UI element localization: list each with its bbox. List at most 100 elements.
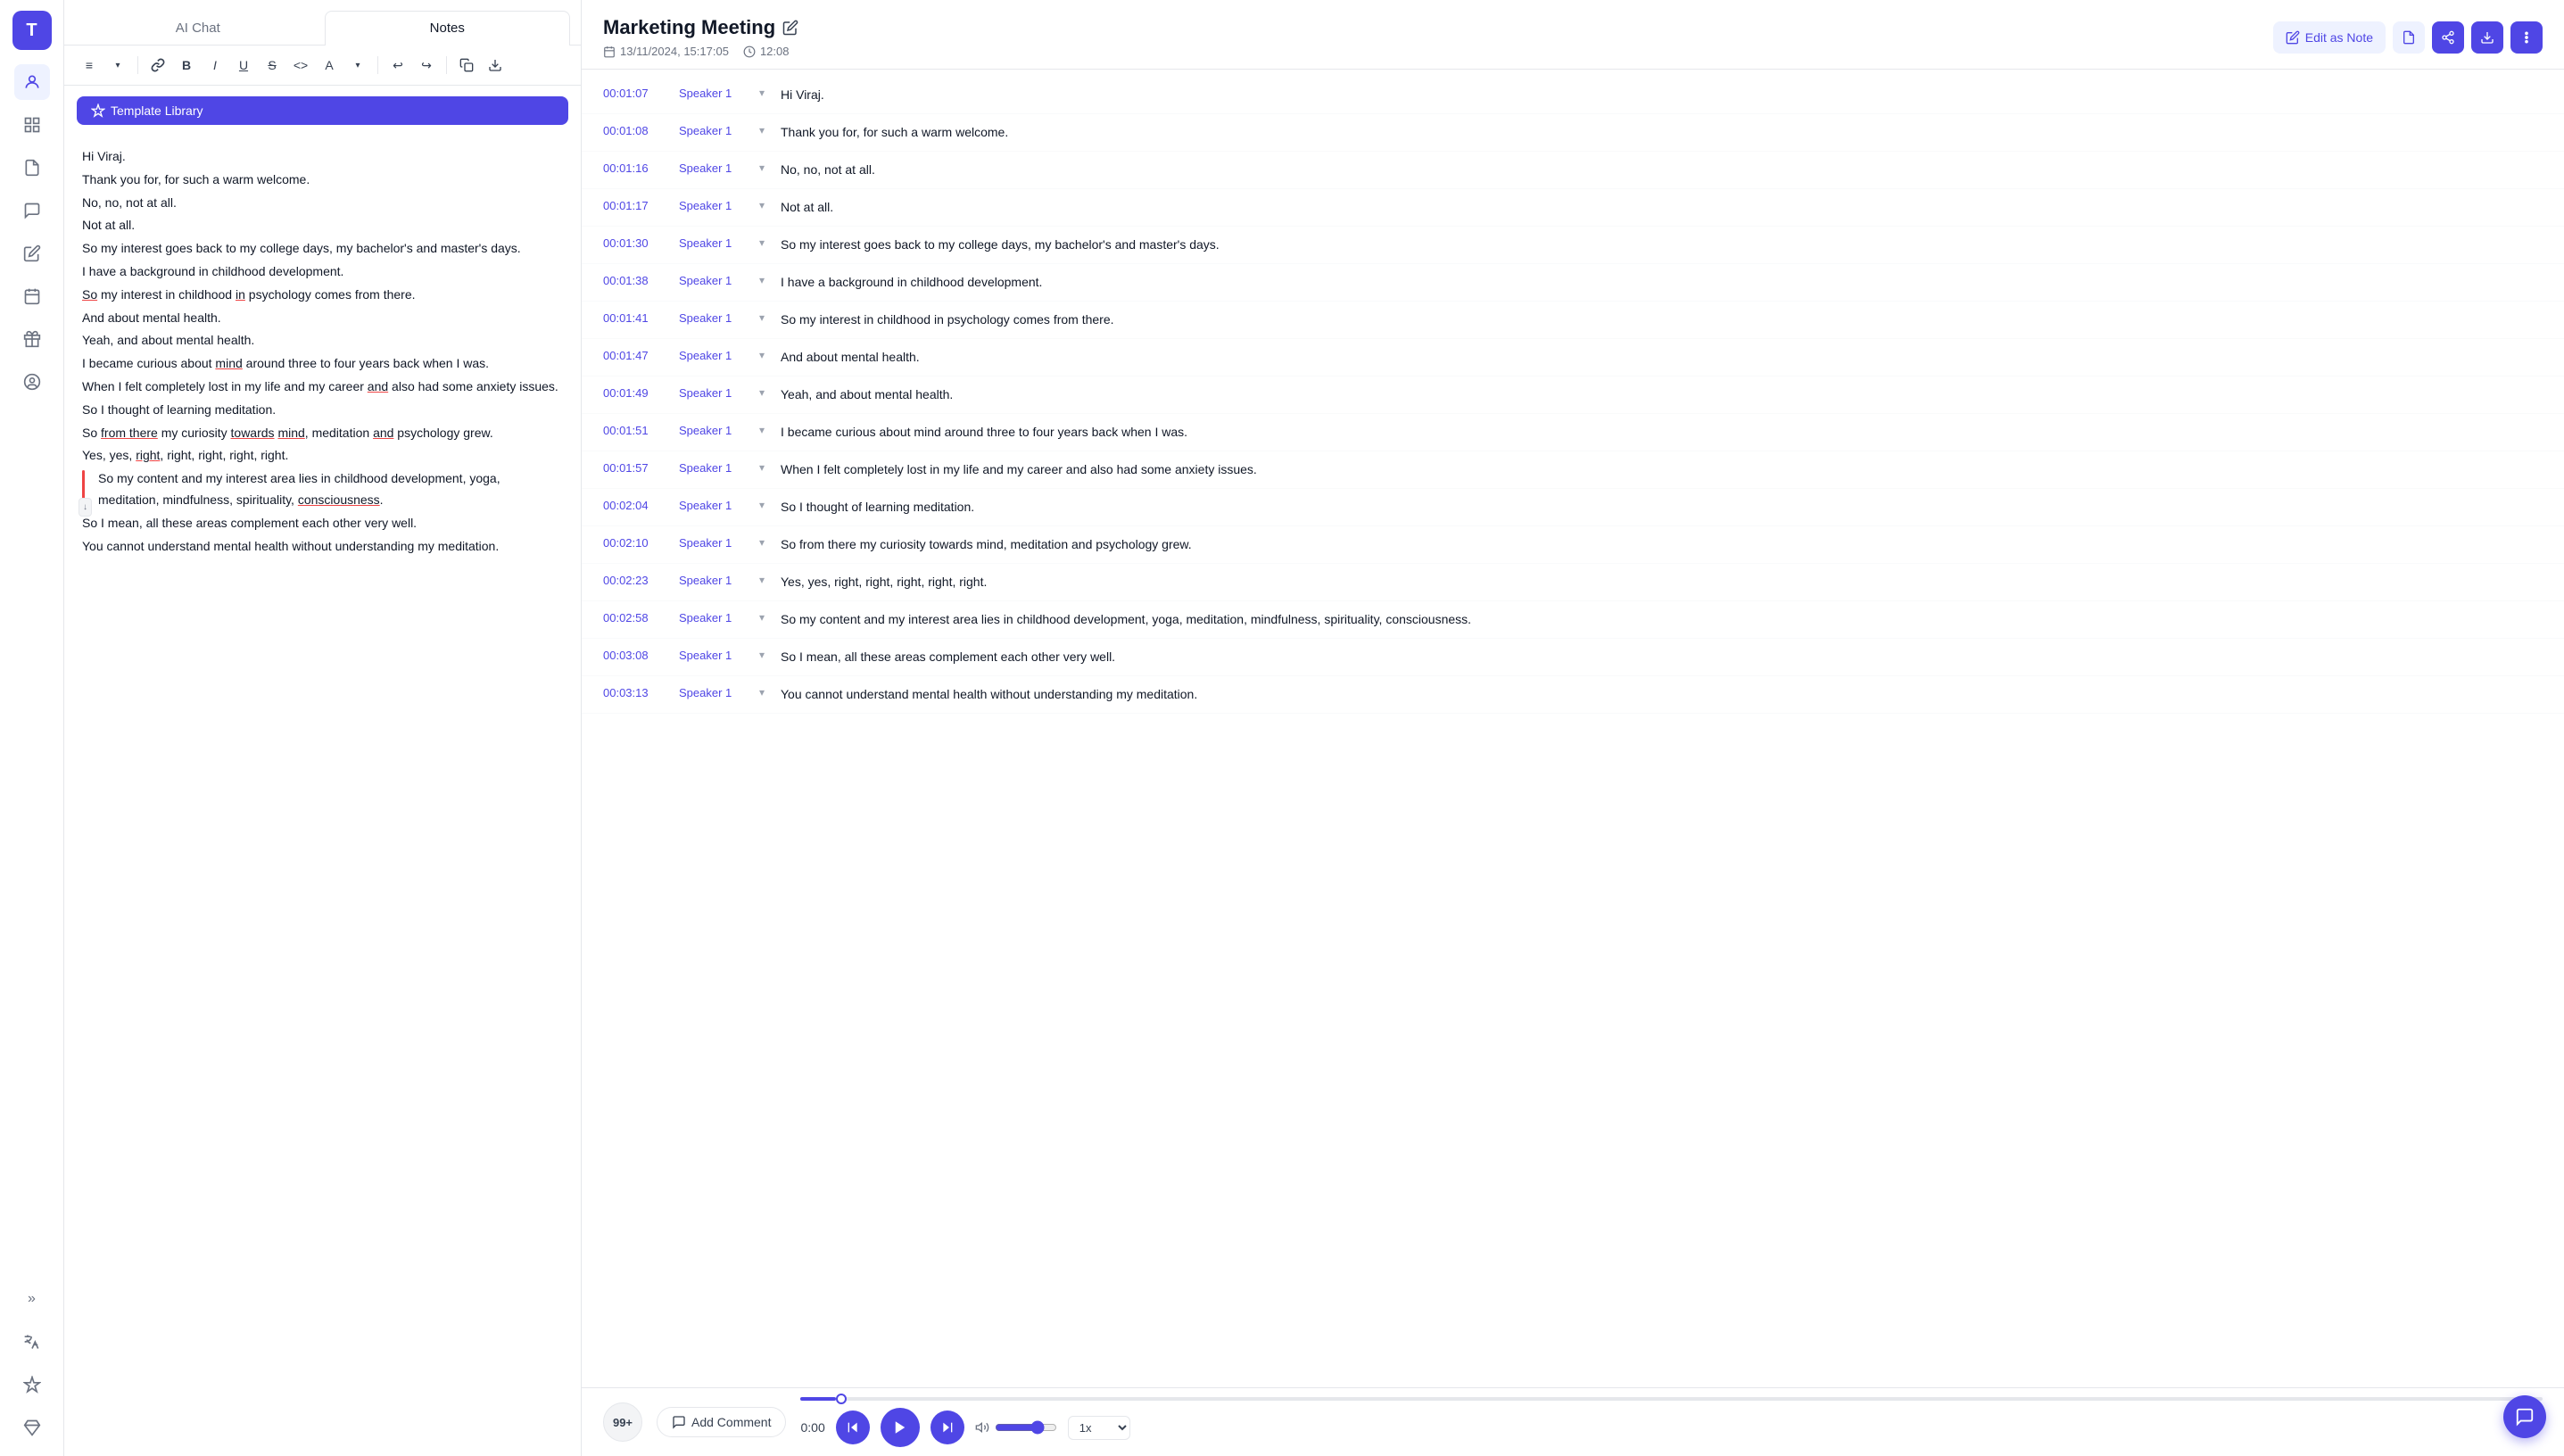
progress-thumb[interactable] <box>836 1394 847 1404</box>
download-action-button[interactable] <box>2471 21 2503 54</box>
sidebar-item-calendar[interactable] <box>14 278 50 314</box>
ts-time-14[interactable]: 00:02:58 <box>603 610 679 625</box>
share-action-button[interactable] <box>2432 21 2464 54</box>
tab-notes[interactable]: Notes <box>325 11 571 46</box>
sidebar-item-translate[interactable] <box>14 1324 50 1360</box>
ts-speaker-15[interactable]: Speaker 1 <box>679 648 759 662</box>
download-editor-icon[interactable] <box>483 53 508 78</box>
share-icon <box>2441 30 2455 45</box>
sidebar-item-edit[interactable] <box>14 236 50 271</box>
ts-time-2[interactable]: 00:01:16 <box>603 161 679 175</box>
copy-icon[interactable] <box>454 53 479 78</box>
ts-chevron-1[interactable]: ▾ <box>759 123 781 136</box>
ts-chevron-15[interactable]: ▾ <box>759 648 781 661</box>
italic-icon[interactable]: I <box>203 53 227 78</box>
sidebar-item-sparkle[interactable] <box>14 1367 50 1402</box>
code-icon[interactable]: <> <box>288 53 313 78</box>
progress-bar[interactable] <box>800 1397 2543 1401</box>
font-color-icon[interactable]: A <box>317 53 342 78</box>
play-button[interactable] <box>881 1408 920 1447</box>
list-dropdown-icon[interactable]: ▾ <box>105 53 130 78</box>
ts-speaker-4[interactable]: Speaker 1 <box>679 236 759 250</box>
ts-chevron-11[interactable]: ▾ <box>759 498 781 511</box>
ts-chevron-5[interactable]: ▾ <box>759 273 781 286</box>
tab-ai-chat[interactable]: AI Chat <box>75 11 321 45</box>
ts-time-11[interactable]: 00:02:04 <box>603 498 679 512</box>
redo-icon[interactable]: ↪ <box>414 53 439 78</box>
ts-time-7[interactable]: 00:01:47 <box>603 348 679 362</box>
ts-chevron-7[interactable]: ▾ <box>759 348 781 361</box>
template-library-button[interactable]: Template Library <box>77 96 568 125</box>
ts-text-10: When I felt completely lost in my life a… <box>781 460 2543 479</box>
chat-fab[interactable] <box>2503 1395 2546 1438</box>
ts-text-16: You cannot understand mental health with… <box>781 685 2543 704</box>
sidebar-item-diamond[interactable] <box>14 1410 50 1445</box>
ts-time-10[interactable]: 00:01:57 <box>603 460 679 475</box>
undo-icon[interactable]: ↩ <box>385 53 410 78</box>
sidebar-item-grid[interactable] <box>14 107 50 143</box>
more-actions-button[interactable] <box>2510 21 2543 54</box>
ts-time-4[interactable]: 00:01:30 <box>603 236 679 250</box>
editor-content[interactable]: Hi Viraj. Thank you for, for such a warm… <box>64 136 581 1456</box>
speed-select[interactable]: 1x 1.25x 1.5x 2x <box>1068 1416 1130 1440</box>
strikethrough-icon[interactable]: S <box>260 53 285 78</box>
ts-speaker-2[interactable]: Speaker 1 <box>679 161 759 175</box>
ts-time-8[interactable]: 00:01:49 <box>603 385 679 400</box>
ts-chevron-9[interactable]: ▾ <box>759 423 781 436</box>
ts-speaker-1[interactable]: Speaker 1 <box>679 123 759 137</box>
list-icon[interactable]: ≡ <box>77 53 102 78</box>
ts-speaker-6[interactable]: Speaker 1 <box>679 310 759 325</box>
ts-time-9[interactable]: 00:01:51 <box>603 423 679 437</box>
edit-as-note-button[interactable]: Edit as Note <box>2273 21 2386 54</box>
font-dropdown-icon[interactable]: ▾ <box>345 53 370 78</box>
add-comment-button[interactable]: Add Comment <box>657 1407 786 1437</box>
ts-chevron-16[interactable]: ▾ <box>759 685 781 699</box>
ts-chevron-10[interactable]: ▾ <box>759 460 781 474</box>
ts-speaker-8[interactable]: Speaker 1 <box>679 385 759 400</box>
ts-speaker-3[interactable]: Speaker 1 <box>679 198 759 212</box>
skip-back-button[interactable] <box>836 1410 870 1444</box>
ts-chevron-2[interactable]: ▾ <box>759 161 781 174</box>
ts-time-12[interactable]: 00:02:10 <box>603 535 679 550</box>
ts-speaker-14[interactable]: Speaker 1 <box>679 610 759 625</box>
sidebar-item-person[interactable] <box>14 364 50 400</box>
ts-time-0[interactable]: 00:01:07 <box>603 86 679 100</box>
skip-forward-button[interactable] <box>930 1410 964 1444</box>
ts-time-13[interactable]: 00:02:23 <box>603 573 679 587</box>
sidebar-expand-btn[interactable]: » <box>14 1281 50 1317</box>
ts-speaker-0[interactable]: Speaker 1 <box>679 86 759 100</box>
ts-speaker-13[interactable]: Speaker 1 <box>679 573 759 587</box>
ts-chevron-0[interactable]: ▾ <box>759 86 781 99</box>
link-icon[interactable] <box>145 53 170 78</box>
sidebar-item-users[interactable] <box>14 64 50 100</box>
ts-chevron-14[interactable]: ▾ <box>759 610 781 624</box>
ts-time-15[interactable]: 00:03:08 <box>603 648 679 662</box>
ts-time-5[interactable]: 00:01:38 <box>603 273 679 287</box>
ts-speaker-5[interactable]: Speaker 1 <box>679 273 759 287</box>
ts-chevron-13[interactable]: ▾ <box>759 573 781 586</box>
ts-chevron-8[interactable]: ▾ <box>759 385 781 399</box>
underline-icon[interactable]: U <box>231 53 256 78</box>
ts-chevron-3[interactable]: ▾ <box>759 198 781 211</box>
ts-time-6[interactable]: 00:01:41 <box>603 310 679 325</box>
volume-slider[interactable] <box>995 1420 1057 1435</box>
doc-action-button[interactable] <box>2393 21 2425 54</box>
ts-speaker-12[interactable]: Speaker 1 <box>679 535 759 550</box>
sidebar-item-gift[interactable] <box>14 321 50 357</box>
sidebar-item-document[interactable] <box>14 150 50 186</box>
edit-title-icon[interactable] <box>782 20 798 36</box>
ts-speaker-7[interactable]: Speaker 1 <box>679 348 759 362</box>
ts-speaker-11[interactable]: Speaker 1 <box>679 498 759 512</box>
ts-time-16[interactable]: 00:03:13 <box>603 685 679 699</box>
ts-time-1[interactable]: 00:01:08 <box>603 123 679 137</box>
sidebar-item-chat[interactable] <box>14 193 50 228</box>
ts-speaker-9[interactable]: Speaker 1 <box>679 423 759 437</box>
ts-time-3[interactable]: 00:01:17 <box>603 198 679 212</box>
transcript-list: 00:01:07 Speaker 1 ▾ Hi Viraj. 00:01:08 … <box>582 70 2564 1387</box>
ts-speaker-16[interactable]: Speaker 1 <box>679 685 759 699</box>
ts-chevron-12[interactable]: ▾ <box>759 535 781 549</box>
bold-icon[interactable]: B <box>174 53 199 78</box>
ts-chevron-6[interactable]: ▾ <box>759 310 781 324</box>
ts-chevron-4[interactable]: ▾ <box>759 236 781 249</box>
ts-speaker-10[interactable]: Speaker 1 <box>679 460 759 475</box>
